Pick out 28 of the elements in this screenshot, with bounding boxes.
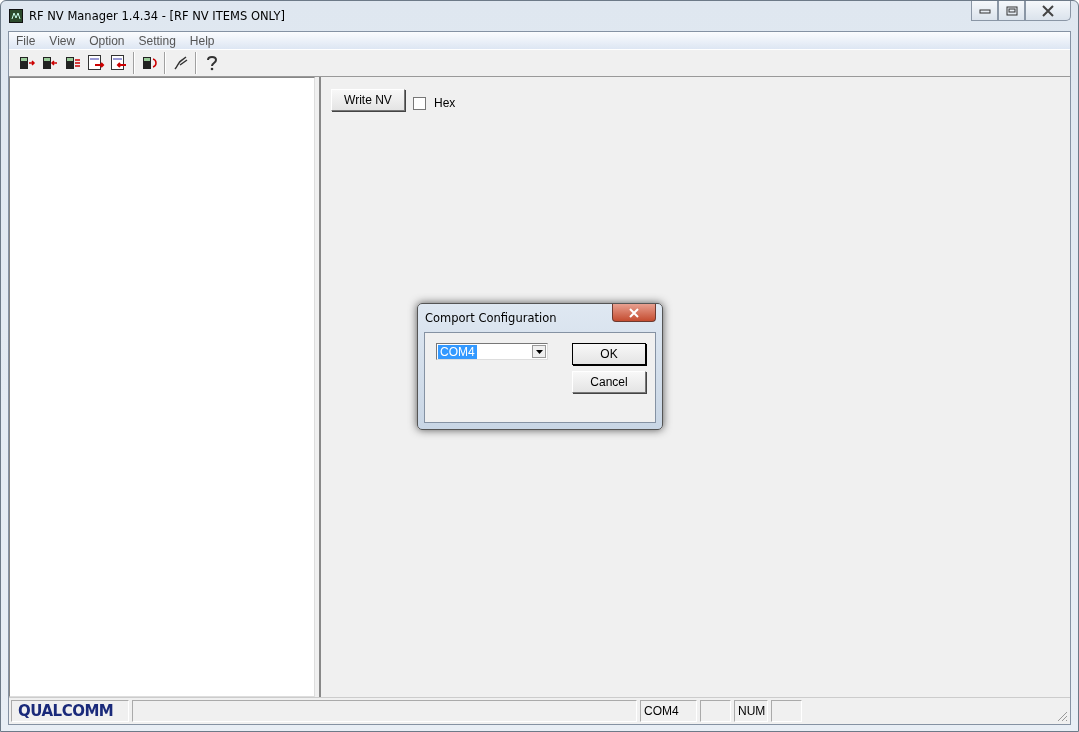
dialog-button[interactable]: OK (572, 343, 646, 365)
close-icon (628, 307, 640, 318)
close-icon (1041, 4, 1055, 17)
dialog-title: Comport Configuration (424, 311, 557, 325)
menu-item[interactable]: Help (182, 33, 222, 48)
logo: QUALCOMM (11, 700, 129, 722)
caret-icon (535, 349, 543, 354)
close-button[interactable] (1025, 1, 1071, 21)
close-button[interactable] (612, 304, 656, 322)
window-title: RF NV Manager 1.4.34 - [RF NV ITEMS ONLY] (29, 9, 285, 23)
hex-label: Hex (434, 96, 456, 110)
maximize-icon (1005, 5, 1018, 16)
app-icon (9, 9, 23, 23)
menu-item[interactable]: File (9, 33, 43, 48)
menu-item[interactable]: View (42, 33, 83, 48)
menu-item[interactable]: Option (82, 33, 132, 48)
status-pane (700, 700, 731, 722)
hex-checkbox[interactable] (413, 96, 426, 110)
menu-item[interactable]: Setting (131, 33, 183, 48)
resize-grip-icon (1056, 710, 1068, 722)
write-nv-button[interactable]: Write NV (331, 89, 405, 111)
minimize-icon (978, 6, 991, 15)
minimize-button[interactable] (971, 1, 998, 21)
maximize-button[interactable] (998, 1, 1025, 21)
status-pane (771, 700, 802, 722)
port-status: COM4 (640, 700, 697, 722)
num-lock-status: NUM (734, 700, 768, 722)
dialog-button[interactable]: Cancel (572, 371, 646, 393)
